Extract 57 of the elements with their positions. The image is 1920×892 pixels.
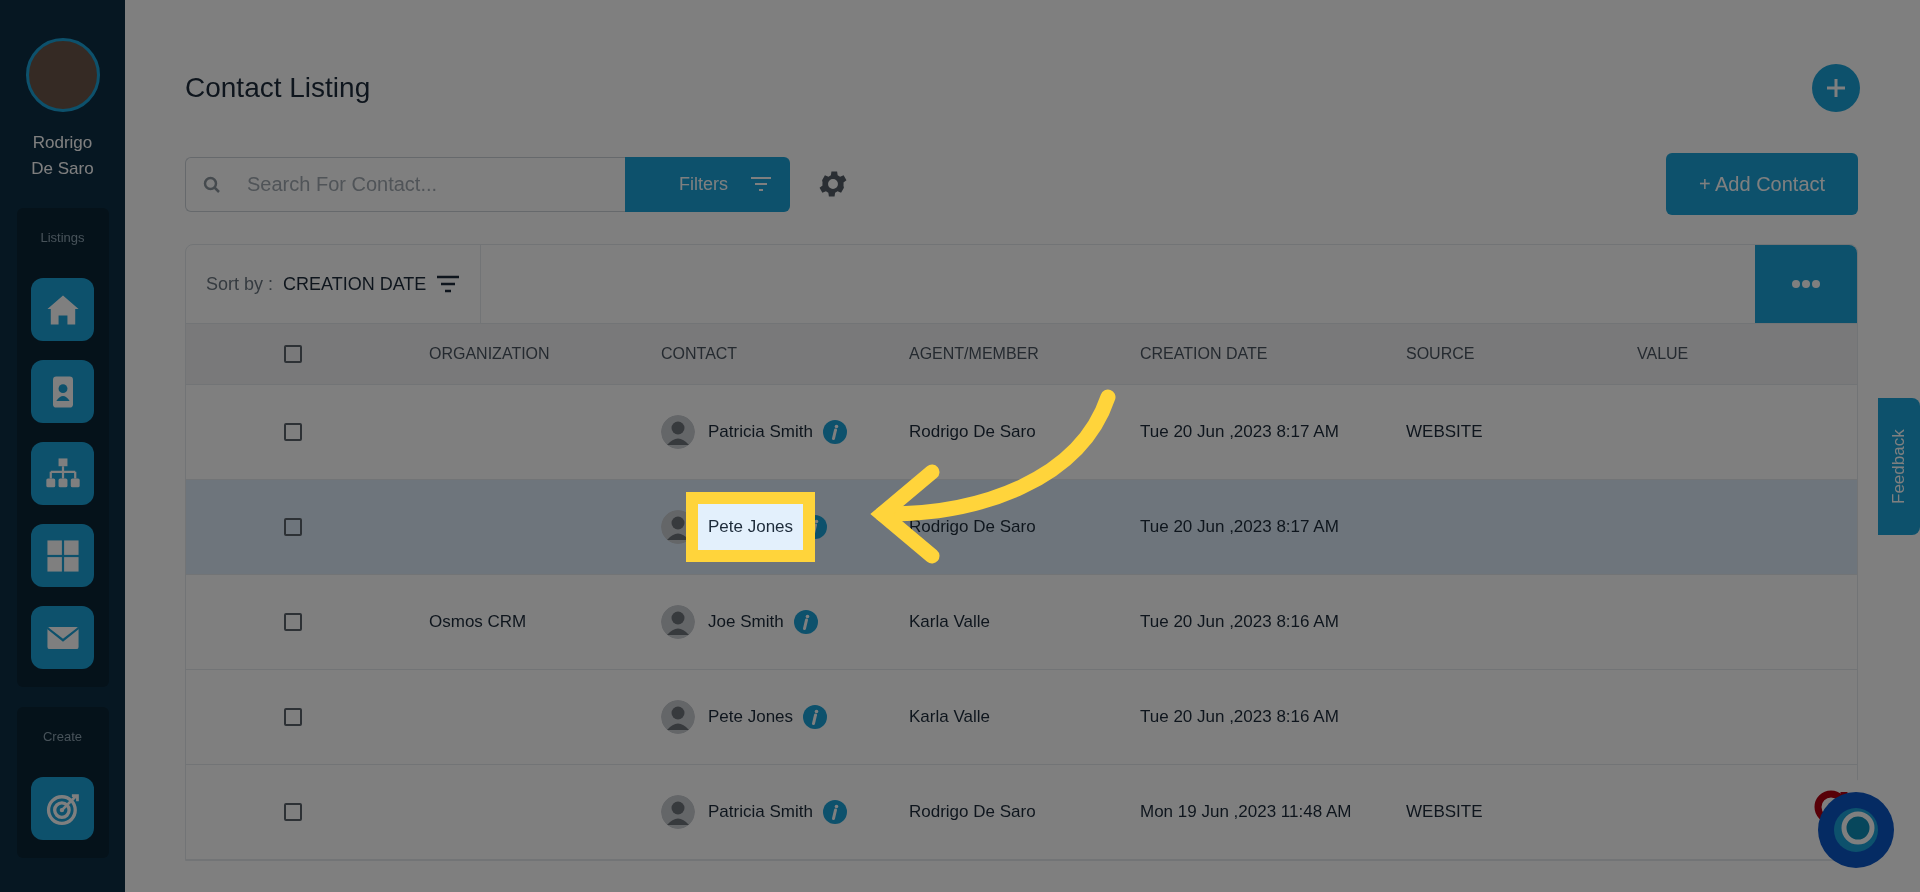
agent-cell-text: Rodrigo De Saro <box>909 517 1037 537</box>
sort-label: Sort by : <box>206 273 274 295</box>
agent-cell-text: Rodrigo De Saro <box>909 802 1037 822</box>
contact-link[interactable]: Patricia Smith <box>708 422 813 442</box>
contact-link[interactable]: Pete Jones <box>708 707 794 727</box>
sidebar-item[interactable] <box>31 278 94 341</box>
section-title: Create <box>43 729 82 744</box>
column-header[interactable]: VALUE <box>1637 345 1857 363</box>
page-title: Contact Listing <box>185 72 371 104</box>
source-cell: WEBSITE <box>1406 422 1483 441</box>
checkbox[interactable] <box>284 345 302 363</box>
section-title: Listings <box>40 230 85 245</box>
table-row[interactable]: Osmos CRM Joe Smith Karla Valle Tue 20 Jun ,2023 8:16 AM <box>186 575 1857 670</box>
agent-cell-text: Rodrigo De Saro <box>909 422 1037 442</box>
checkbox[interactable] <box>284 708 302 726</box>
date-cell-text: Mon 19 Jun ,2023 11:48 AM <box>1140 802 1353 822</box>
search-icon <box>203 175 221 194</box>
agent-cell-text: Karla Valle <box>909 707 991 727</box>
sidebar-item[interactable] <box>31 606 94 669</box>
avatar-icon <box>661 700 695 734</box>
date-cell-text: Tue 20 Jun ,2023 8:16 AM <box>1140 707 1340 727</box>
sidebar-item[interactable] <box>31 442 94 505</box>
column-header[interactable]: ORGANIZATION <box>429 345 661 363</box>
date-cell-text: Tue 20 Jun ,2023 8:16 AM <box>1140 612 1340 632</box>
sidebar-item[interactable] <box>31 777 94 840</box>
contact-link[interactable]: Patricia Smith <box>708 802 813 822</box>
user-name: Rodrigo De Saro <box>30 132 95 180</box>
table-row[interactable]: Pete Jones Rodrigo De Saro Tue 20 Jun ,2023 8:17 AM <box>186 480 1857 575</box>
checkbox[interactable] <box>284 518 302 536</box>
date-cell-text: Tue 20 Jun ,2023 8:17 AM <box>1140 422 1340 442</box>
column-header[interactable]: CONTACT <box>661 345 909 363</box>
filter-icon <box>750 175 772 193</box>
more-button[interactable] <box>1755 245 1857 323</box>
plus-icon <box>1825 77 1847 99</box>
sidebar-item[interactable] <box>31 524 94 587</box>
date-cell-text: Tue 20 Jun ,2023 8:17 AM <box>1140 517 1340 537</box>
checkbox[interactable] <box>284 803 302 821</box>
contact-link[interactable]: Joe Smith <box>708 612 784 632</box>
column-header[interactable]: CREATION DATE <box>1140 345 1406 363</box>
source-cell: WEBSITE <box>1406 802 1483 821</box>
add-button[interactable] <box>1812 64 1860 112</box>
sidebar-item[interactable] <box>31 360 94 423</box>
avatar-icon <box>661 415 695 449</box>
sort-value[interactable]: CREATION DATE <box>283 273 427 295</box>
checkbox[interactable] <box>284 423 302 441</box>
column-header[interactable]: AGENT/MEMBER <box>909 345 1140 363</box>
table-row[interactable]: Pete Jones Karla Valle Tue 20 Jun ,2023 8:16 AM <box>186 670 1857 765</box>
chat-widget-icon[interactable] <box>1818 792 1894 868</box>
avatar-icon <box>661 605 695 639</box>
agent-cell-text: Karla Valle <box>909 612 991 632</box>
avatar-icon <box>661 795 695 829</box>
contact-link[interactable]: Pete Jones <box>686 492 816 562</box>
sort-icon[interactable] <box>436 274 461 294</box>
column-header[interactable]: SOURCE <box>1406 345 1637 363</box>
organization-cell: Osmos CRM <box>429 612 527 631</box>
more-icon <box>1791 279 1821 289</box>
checkbox[interactable] <box>284 613 302 631</box>
